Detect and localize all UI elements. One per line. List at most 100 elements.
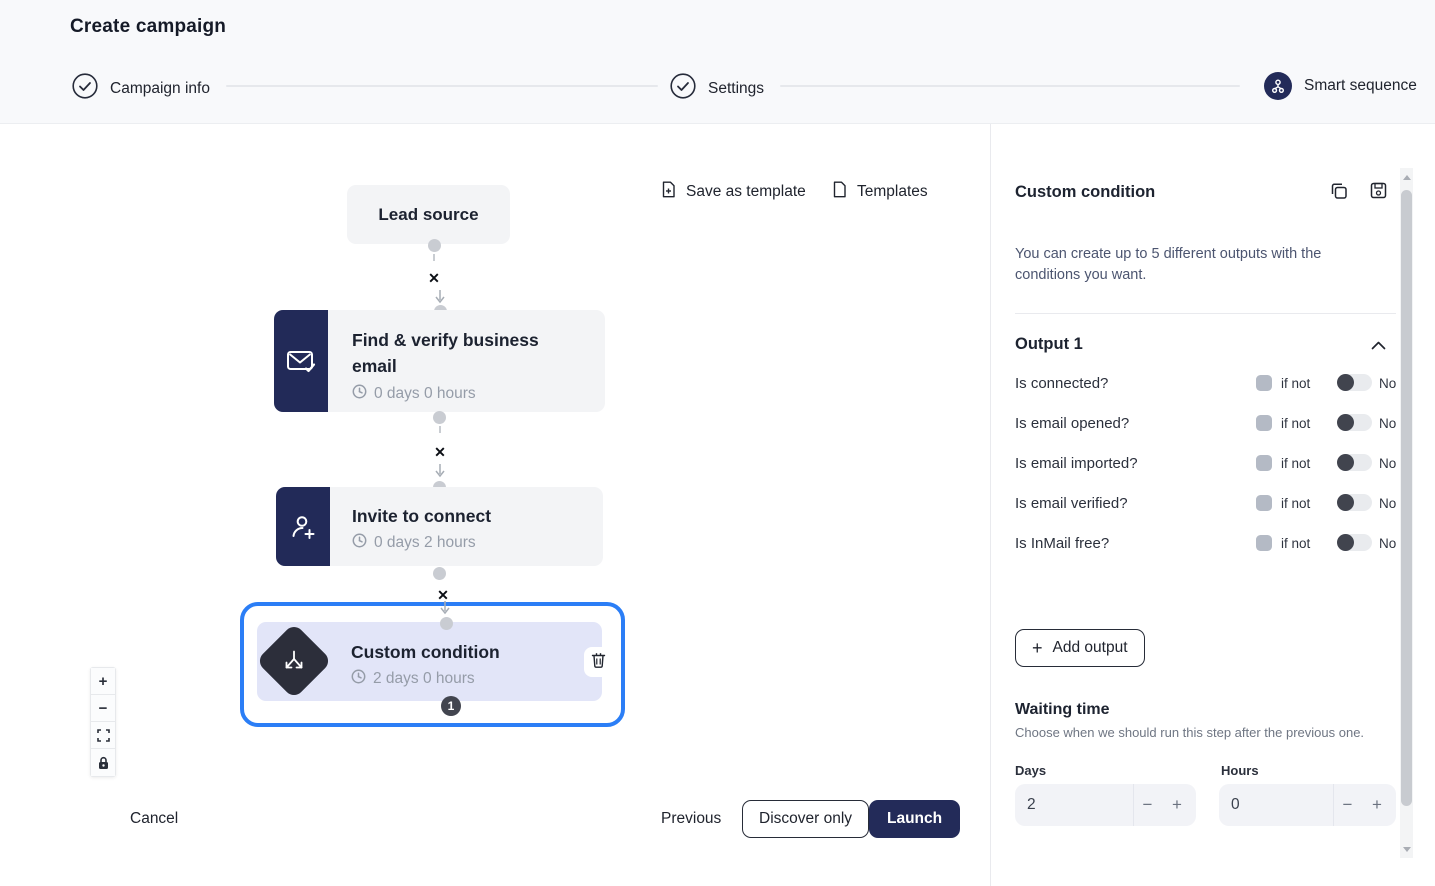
condition-label: Is email imported? bbox=[1015, 455, 1138, 472]
save-as-template-button[interactable]: Save as template bbox=[661, 181, 806, 203]
condition-toggle[interactable] bbox=[1337, 454, 1372, 471]
panel-description: You can create up to 5 different outputs… bbox=[1015, 244, 1360, 285]
page-title: Create campaign bbox=[70, 16, 226, 38]
zoom-out-button[interactable]: − bbox=[91, 695, 115, 722]
plus-icon: + bbox=[1032, 638, 1043, 659]
condition-checkbox[interactable] bbox=[1256, 415, 1272, 431]
canvas-zoom-controls: + − bbox=[90, 667, 116, 777]
add-output-label: Add output bbox=[1053, 639, 1128, 657]
step-label: Campaign info bbox=[110, 80, 210, 98]
condition-label: Is InMail free? bbox=[1015, 535, 1109, 552]
hours-label: Hours bbox=[1221, 763, 1259, 778]
node-duration: 2 days 0 hours bbox=[351, 669, 561, 689]
condition-toggle[interactable] bbox=[1337, 534, 1372, 551]
condition-toggle[interactable] bbox=[1337, 374, 1372, 391]
step-settings[interactable]: Settings bbox=[670, 73, 764, 104]
waiting-time-description: Choose when we should run this step afte… bbox=[1015, 725, 1364, 740]
node-title: Find & verify business email bbox=[352, 327, 552, 380]
scroll-up-arrow[interactable] bbox=[1400, 170, 1413, 184]
toggle-knob bbox=[1337, 454, 1354, 471]
custom-condition-node[interactable]: Custom condition 2 days 0 hours 1 bbox=[240, 602, 625, 727]
node-duration: 0 days 0 hours bbox=[352, 384, 552, 404]
arrow-down-icon bbox=[440, 601, 450, 616]
days-input[interactable] bbox=[1027, 784, 1127, 826]
days-stepper: − + bbox=[1015, 784, 1196, 826]
save-as-template-label: Save as template bbox=[686, 183, 806, 201]
days-increment-button[interactable]: + bbox=[1163, 784, 1191, 826]
arrow-down-icon bbox=[435, 290, 445, 305]
add-output-button[interactable]: + Add output bbox=[1015, 629, 1145, 667]
fit-view-button[interactable] bbox=[91, 722, 115, 749]
output-section-title: Output 1 bbox=[1015, 335, 1083, 354]
condition-checkbox[interactable] bbox=[1256, 455, 1272, 471]
toggle-value-label: No bbox=[1379, 416, 1396, 431]
hours-input[interactable] bbox=[1231, 784, 1331, 826]
remove-connection-icon[interactable]: ✕ bbox=[432, 444, 448, 460]
condition-row: Is email verified? if not No bbox=[1015, 494, 1396, 514]
condition-label: Is email verified? bbox=[1015, 495, 1128, 512]
invite-to-connect-node[interactable]: Invite to connect 0 days 2 hours bbox=[276, 487, 603, 566]
condition-row: Is email imported? if not No bbox=[1015, 454, 1396, 474]
condition-checkbox[interactable] bbox=[1256, 535, 1272, 551]
lead-source-node[interactable]: Lead source bbox=[347, 185, 510, 244]
clock-icon bbox=[352, 533, 367, 553]
sequence-tree-icon bbox=[1264, 72, 1292, 100]
condition-toggle[interactable] bbox=[1337, 494, 1372, 511]
toggle-knob bbox=[1337, 534, 1354, 551]
check-circle-icon bbox=[72, 73, 98, 104]
file-plus-icon bbox=[661, 181, 676, 203]
days-decrement-button[interactable]: − bbox=[1133, 784, 1161, 826]
node-duration: 0 days 2 hours bbox=[352, 533, 572, 553]
step-label: Smart sequence bbox=[1304, 77, 1417, 95]
trash-icon bbox=[591, 652, 606, 673]
if-not-label: if not bbox=[1281, 536, 1310, 551]
condition-checkbox[interactable] bbox=[1256, 375, 1272, 391]
delete-node-button[interactable] bbox=[584, 647, 612, 677]
condition-row: Is InMail free? if not No bbox=[1015, 534, 1396, 554]
waiting-time-title: Waiting time bbox=[1015, 701, 1110, 719]
duplicate-step-button[interactable] bbox=[1330, 182, 1348, 203]
node-title: Invite to connect bbox=[352, 503, 572, 529]
condition-checkbox[interactable] bbox=[1256, 495, 1272, 511]
zoom-in-button[interactable]: + bbox=[91, 668, 115, 695]
connection-handle[interactable] bbox=[428, 239, 441, 252]
divider bbox=[1015, 313, 1396, 314]
hours-increment-button[interactable]: + bbox=[1363, 784, 1391, 826]
lead-source-label: Lead source bbox=[378, 205, 478, 225]
toggle-value-label: No bbox=[1379, 376, 1396, 391]
condition-row: Is connected? if not No bbox=[1015, 374, 1396, 394]
create-campaign-page: Create campaign Campaign info Settings S… bbox=[0, 0, 1435, 886]
email-check-icon bbox=[274, 310, 328, 412]
save-step-button[interactable] bbox=[1370, 182, 1387, 202]
custom-condition-panel: Custom condition You can create up to 5 … bbox=[990, 124, 1435, 886]
step-connector-line bbox=[226, 85, 658, 87]
templates-button[interactable]: Templates bbox=[832, 181, 928, 203]
previous-button[interactable]: Previous bbox=[661, 810, 721, 828]
if-not-label: if not bbox=[1281, 456, 1310, 471]
remove-connection-icon[interactable]: ✕ bbox=[426, 270, 442, 286]
connection-handle[interactable] bbox=[440, 617, 453, 630]
condition-toggle[interactable] bbox=[1337, 414, 1372, 431]
connection-handle[interactable] bbox=[433, 567, 446, 580]
clock-icon bbox=[352, 384, 367, 404]
hours-decrement-button[interactable]: − bbox=[1333, 784, 1361, 826]
collapse-output-button[interactable] bbox=[1371, 338, 1386, 353]
step-label: Settings bbox=[708, 80, 764, 98]
step-smart-sequence[interactable]: Smart sequence bbox=[1264, 72, 1417, 100]
days-label: Days bbox=[1015, 763, 1046, 778]
toggle-knob bbox=[1337, 494, 1354, 511]
condition-row: Is email opened? if not No bbox=[1015, 414, 1396, 434]
connection-handle[interactable] bbox=[433, 411, 446, 424]
scroll-down-arrow[interactable] bbox=[1400, 842, 1413, 856]
find-verify-email-node[interactable]: Find & verify business email 0 days 0 ho… bbox=[274, 310, 605, 412]
step-campaign-info[interactable]: Campaign info bbox=[72, 73, 210, 104]
scrollbar-thumb[interactable] bbox=[1401, 190, 1412, 806]
lock-interactivity-button[interactable] bbox=[91, 749, 115, 776]
cancel-button[interactable]: Cancel bbox=[130, 810, 178, 828]
toggle-value-label: No bbox=[1379, 456, 1396, 471]
panel-scrollbar[interactable] bbox=[1400, 168, 1413, 858]
chevron-up-icon bbox=[1371, 338, 1386, 353]
person-add-icon bbox=[276, 487, 330, 566]
discover-only-button[interactable]: Discover only bbox=[742, 800, 869, 838]
launch-button[interactable]: Launch bbox=[869, 800, 960, 838]
